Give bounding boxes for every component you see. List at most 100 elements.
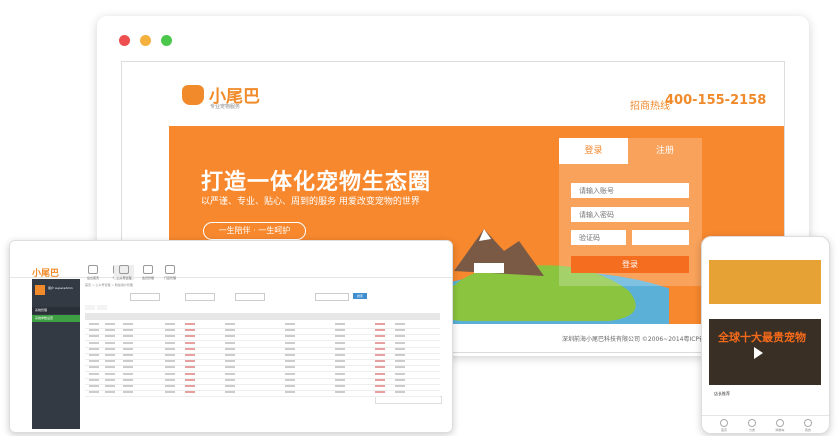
table-cell (123, 360, 133, 363)
hero-title: 打造一体化宠物生态圈 (201, 170, 432, 195)
pagination[interactable] (375, 396, 442, 404)
table-cell (375, 366, 385, 369)
table-cell (395, 335, 405, 338)
tab-login[interactable]: 登录 (559, 138, 628, 164)
search-input[interactable] (315, 293, 349, 301)
table-cell (105, 391, 115, 394)
table-cell (165, 354, 175, 356)
slogan-button[interactable]: 一生陪伴 · 一生呵护 (203, 222, 306, 240)
captcha-image[interactable] (632, 230, 689, 245)
table-cell (335, 347, 345, 350)
sidebar-item-params[interactable]: 系统参数设置 (32, 315, 80, 322)
table-cell (285, 335, 295, 338)
table-cell (335, 385, 345, 387)
nav-wechat[interactable]: 公众号管理 (114, 265, 134, 280)
admin-logo[interactable]: 小尾巴 (32, 266, 59, 279)
table-cell (123, 391, 133, 394)
hotline-number: 400-155-2158 (665, 93, 767, 108)
tab-mine[interactable]: 我的 (798, 419, 818, 432)
table-cell (123, 347, 133, 350)
table-cell (123, 372, 133, 375)
table-cell (395, 354, 405, 356)
table-cell (225, 360, 235, 363)
card-icon (143, 265, 153, 274)
chat-icon (119, 265, 129, 274)
hero-subtitle: 以严谨、专业、贴心、周到的服务 用爱改变宠物的世界 (201, 197, 420, 207)
table-cell (225, 354, 235, 356)
table-cell (375, 329, 385, 332)
nav-home[interactable]: 后台首页 (83, 265, 103, 280)
nav-members[interactable]: 会员管理 (138, 265, 158, 280)
table-cell (165, 335, 175, 338)
table-cell (395, 385, 405, 387)
close-window-dot[interactable] (119, 35, 130, 46)
table-cell (375, 323, 385, 325)
table-cell (285, 341, 295, 344)
table-cell (335, 323, 345, 325)
table-cell (335, 378, 345, 381)
tab-home[interactable]: 首页 (714, 419, 734, 432)
table-row[interactable] (85, 389, 440, 398)
account-input[interactable] (571, 183, 689, 198)
filter-select[interactable] (185, 293, 215, 301)
copyright-text: 深圳前海小尾巴科技有限公司 ©2006~2014粤ICP备0 (562, 336, 709, 343)
table-cell (395, 366, 405, 369)
table-cell (185, 378, 195, 381)
table-cell (89, 329, 99, 332)
minimize-window-dot[interactable] (140, 35, 151, 46)
gear-icon (88, 265, 98, 274)
tab-register[interactable]: 注册 (628, 138, 702, 164)
site-header: 小尾巴 专业宠物服务 招商热线 400-155-2158 (122, 62, 784, 126)
table-cell (105, 378, 115, 381)
sidebar-item-system[interactable]: 系统管理 (32, 307, 80, 314)
table-cell (395, 323, 405, 325)
table-cell (375, 341, 385, 344)
table-cell (225, 372, 235, 375)
add-button[interactable] (85, 305, 95, 310)
table-cell (89, 378, 99, 381)
table-cell (89, 366, 99, 369)
table-cell (165, 366, 175, 369)
table-cell (225, 385, 235, 387)
table-cell (89, 360, 99, 363)
table-cell (395, 372, 405, 375)
filter-select[interactable] (130, 293, 160, 301)
table-cell (89, 323, 99, 325)
table-cell (285, 385, 295, 387)
table-cell (225, 366, 235, 369)
table-cell (225, 335, 235, 338)
filter-select[interactable] (235, 293, 265, 301)
table-cell (185, 323, 195, 325)
table-cell (225, 323, 235, 325)
table-cell (375, 378, 385, 381)
filter-bar: 搜索 (85, 293, 440, 301)
captcha-input[interactable] (571, 230, 626, 245)
play-icon[interactable] (754, 347, 763, 359)
nav-stores[interactable]: 门店管理 (160, 265, 180, 280)
maximize-window-dot[interactable] (161, 35, 172, 46)
login-button[interactable]: 登录 (571, 256, 689, 273)
table-cell (335, 329, 345, 332)
table-cell (375, 385, 385, 387)
table-cell (105, 354, 115, 356)
table-cell (185, 354, 195, 356)
table-cell (89, 341, 99, 344)
tab-cart[interactable]: 购物车 (770, 419, 790, 432)
phone-banner[interactable] (709, 260, 821, 304)
delete-button[interactable] (97, 305, 107, 310)
table-cell (375, 391, 385, 394)
table-cell (225, 341, 235, 344)
tab-category[interactable]: 分类 (742, 419, 762, 432)
user-icon (804, 419, 812, 427)
table-cell (375, 360, 385, 363)
table-cell (89, 347, 99, 350)
table-cell (185, 366, 195, 369)
admin-user-name: 用户 superadmin (48, 286, 73, 290)
admin-sidebar (32, 279, 80, 429)
admin-content: 首页 > 公众号管理 > 粉丝用户管理 搜索 (85, 279, 442, 429)
table-cell (123, 385, 133, 387)
table-cell (123, 354, 133, 356)
search-button[interactable]: 搜索 (353, 293, 367, 299)
password-input[interactable] (571, 207, 689, 222)
table-cell (185, 385, 195, 387)
